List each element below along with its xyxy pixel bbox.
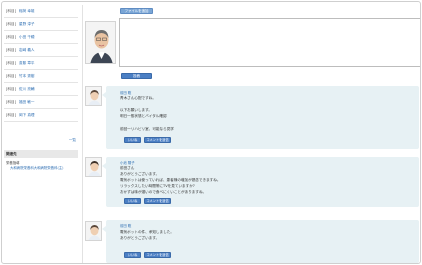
sidebar-item[interactable]: [科目] 岡下 真理 [4,109,78,122]
sidebar-item[interactable]: [科目] 福田 敏一 [4,96,78,109]
comment-line: 前回一リハビリ室、可能なら見学 [120,127,174,131]
comment-line: 以下お願いします。 [120,108,152,112]
comment-line: おかずは味が濃いので食べにくいことがありますね。 [120,190,207,194]
sidebar-item-name[interactable]: 小田 千穂 [19,35,35,39]
like-button[interactable]: いいね [124,137,141,143]
comment-author[interactable]: 前田 聡 [120,90,131,95]
comment-card: 前田 聡 電気ポットの件、承知しました。 ありがとうございます。 いいね コメン… [102,220,419,263]
user-photo-icon [86,22,115,63]
comment-line: ありがとうございます。 [120,172,160,176]
sidebar-item[interactable]: [科目] 竹本 秀樹 [4,70,78,83]
add-file-button[interactable]: ファイルを追加 [120,8,153,14]
sidebar-note: 栄養指導 大和病院栄養科大和病院栄養科(主) [6,161,78,171]
sidebar-item[interactable]: [科目] 稲荷 幸雄 [4,5,78,18]
comment-card: 前田 聡 青木さん心配ですね。 以下お願いします。 明日一般状態とバイタル確認 … [102,86,419,149]
reply-button[interactable]: コメントを返信 [144,252,171,258]
comment-card: 小池 陽子 前田さん ありがとうございます。 電気ポットは使っていれば、患者様の… [102,157,419,207]
post-textarea[interactable] [119,18,420,67]
sidebar-item-name[interactable]: 斎藤 章平 [19,61,35,65]
sidebar-item-tag: [科目] [6,48,16,52]
sidebar-section-title: 関連先 [4,150,78,158]
sidebar-item-tag: [科目] [6,22,16,26]
more-link[interactable]: 一覧 [69,138,76,143]
comment-line: 電気ポットは使っていれば、患者様の増加が懸念できますね。 [120,178,221,182]
sidebar-item[interactable]: [科目] 星野 淳子 [4,18,78,31]
nurse-avatar-icon [86,222,101,240]
comment-line: リラックスしたい時間帯にTVを見ていますか? [120,184,195,188]
like-button[interactable]: いいね [124,198,141,204]
sidebar-item-name[interactable]: 星野 淳子 [19,22,35,26]
reply-button[interactable]: コメントを返信 [144,198,171,204]
like-button[interactable]: いいね [124,252,141,258]
avatar [85,221,102,241]
sidebar-item-tag: [科目] [6,61,16,65]
comment-line: 明日一般状態とバイタル確認 [120,114,167,118]
sidebar-item-tag: [科目] [6,74,16,78]
sidebar: [科目] 稲荷 幸雄 [科目] 星野 淳子 [科目] 小田 千穂 [科目] 岩崎 義人 … [4,5,78,263]
comment-line: 青木さん心配ですね。 [120,96,156,100]
divider [82,5,83,263]
avatar [85,21,116,64]
sidebar-item-tag: [科目] [6,87,16,91]
app-frame: [科目] 稲荷 幸雄 [科目] 星野 淳子 [科目] 小田 千穂 [科目] 岩崎 義人 … [1,1,421,264]
comment-line: ありがとうございます。 [120,236,160,240]
sidebar-item-tag: [科目] [6,100,16,104]
sidebar-item-name[interactable]: 竹本 秀樹 [19,74,35,78]
sidebar-item[interactable]: [科目] 岩崎 義人 [4,44,78,57]
sidebar-item-name[interactable]: 岩崎 義人 [19,48,35,52]
reply-button[interactable]: コメントを返信 [144,137,171,143]
sidebar-item-name[interactable]: 佐川 亮輔 [19,87,35,91]
avatar [85,86,102,106]
nurse-avatar-icon [86,158,101,176]
sidebar-item[interactable]: [科目] 佐川 亮輔 [4,83,78,96]
sidebar-item-name[interactable]: 稲荷 幸雄 [19,9,35,13]
sidebar-item-tag: [科目] [6,113,16,117]
comment-author[interactable]: 小池 陽子 [120,160,135,165]
sidebar-item-tag: [科目] [6,9,16,13]
sidebar-item-name[interactable]: 福田 敏一 [19,100,35,104]
sidebar-item-tag: [科目] [6,35,16,39]
comment-line: 前田さん [120,166,135,170]
sidebar-item-name[interactable]: 岡下 真理 [19,113,35,117]
nurse-avatar-icon [86,87,101,105]
sidebar-item[interactable]: [科目] 斎藤 章平 [4,57,78,70]
comment-author[interactable]: 前田 聡 [120,223,131,228]
comment-line: 電気ポットの件、承知しました。 [120,230,174,234]
avatar [85,157,102,177]
sidebar-note-title: 栄養指導 [6,161,20,165]
sidebar-note-link[interactable]: 大和病院栄養科大和病院栄養科(主) [6,166,78,171]
sidebar-item[interactable]: [科目] 小田 千穂 [4,31,78,44]
post-button[interactable]: 投稿 [121,73,152,79]
